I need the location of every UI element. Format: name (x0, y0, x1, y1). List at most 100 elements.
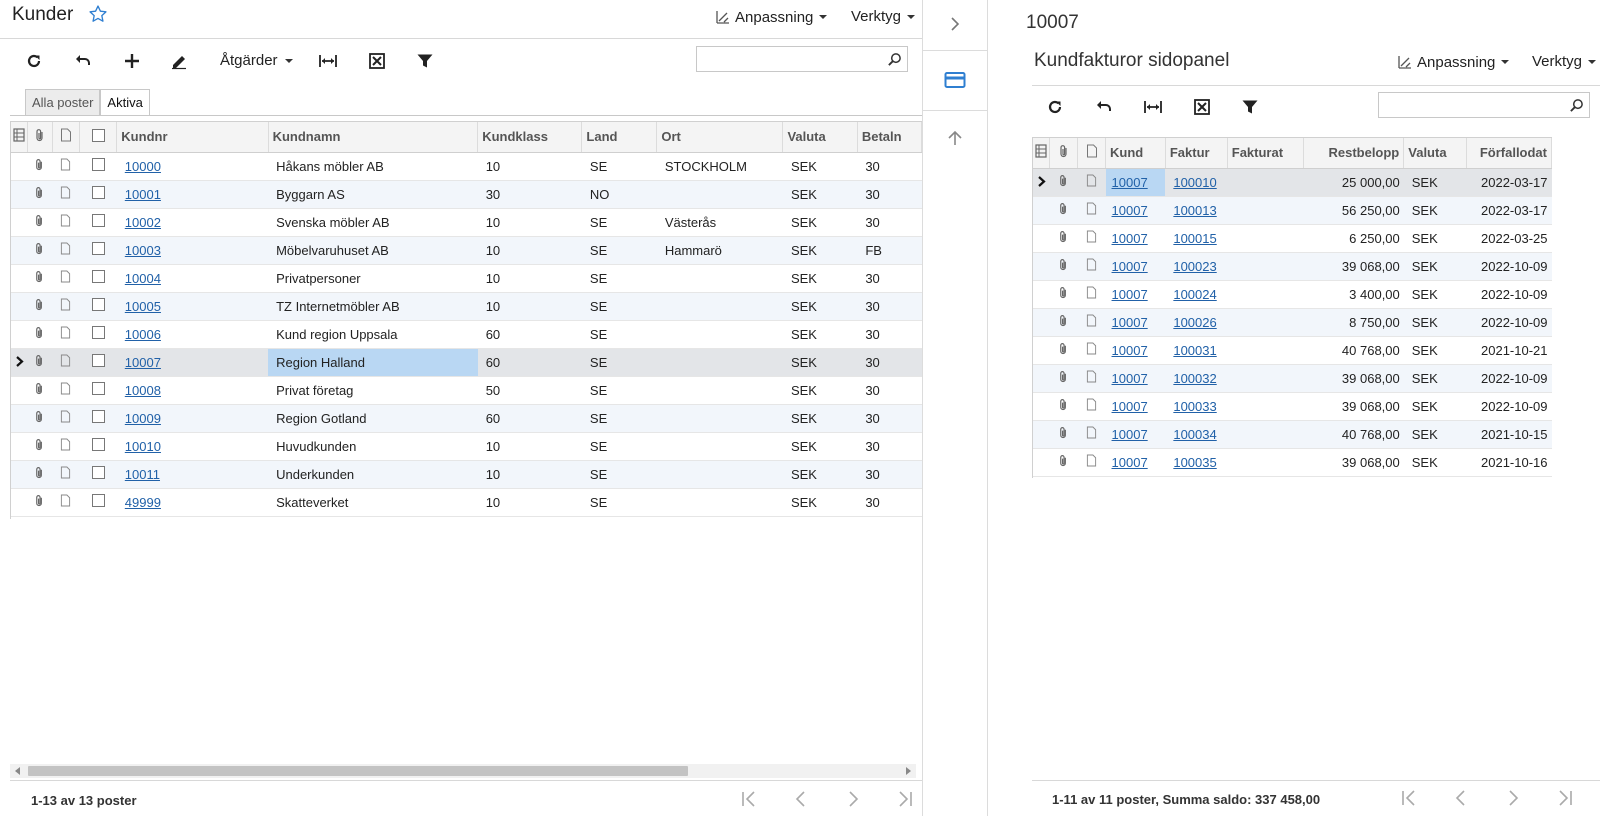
row-note[interactable] (52, 376, 80, 405)
row-note[interactable] (52, 264, 80, 293)
customer-name-cell[interactable]: Håkans möbler AB (268, 152, 478, 181)
balance-cell[interactable]: 56 250,00 (1303, 196, 1404, 225)
payment-terms-cell[interactable]: 30 (857, 488, 922, 517)
customer-id-link[interactable]: 49999 (125, 495, 161, 510)
col-header-betaln[interactable]: Betaln (857, 122, 922, 153)
filter-button[interactable] (411, 47, 439, 75)
customer-name-cell[interactable]: Region Halland (268, 348, 478, 377)
first-page-icon[interactable] (1400, 789, 1418, 807)
due-date-cell[interactable]: 2021-10-21 (1466, 336, 1552, 365)
row-note[interactable] (1077, 308, 1106, 337)
row-checkbox[interactable] (79, 152, 117, 181)
country-cell[interactable]: SE (581, 208, 657, 237)
balance-cell[interactable]: 8 750,00 (1303, 308, 1404, 337)
col-header-ort[interactable]: Ort (656, 122, 784, 153)
invoice-date-cell[interactable] (1227, 364, 1304, 393)
customer-class-cell[interactable]: 60 (477, 348, 582, 377)
customer-class-cell[interactable]: 60 (477, 320, 582, 349)
col-header-restbelopp[interactable]: Restbelopp (1303, 138, 1405, 169)
export-excel-button[interactable] (1188, 93, 1216, 121)
country-cell[interactable]: SE (581, 488, 657, 517)
row-note[interactable] (52, 460, 80, 489)
favorite-star-icon[interactable] (88, 4, 108, 24)
customer-id-link[interactable]: 10003 (125, 243, 161, 258)
last-page-icon[interactable] (896, 790, 914, 808)
payment-terms-cell[interactable]: 30 (857, 320, 922, 349)
country-cell[interactable]: NO (581, 180, 657, 209)
customize-menu[interactable]: Anpassning (1396, 53, 1510, 71)
row-attachment[interactable] (27, 208, 53, 237)
currency-cell[interactable]: SEK (1403, 308, 1467, 337)
row-attachment[interactable] (1049, 224, 1078, 253)
country-cell[interactable]: SE (581, 432, 657, 461)
city-cell[interactable]: Hammarö (656, 236, 783, 265)
edit-button[interactable] (165, 47, 193, 75)
customer-link[interactable]: 10007 (1112, 343, 1148, 358)
currency-cell[interactable]: SEK (1403, 224, 1467, 253)
currency-cell[interactable]: SEK (1403, 448, 1467, 477)
invoice-date-cell[interactable] (1227, 168, 1304, 197)
attachments-header[interactable] (1049, 138, 1079, 169)
refresh-button[interactable] (1041, 93, 1069, 121)
row-note[interactable] (52, 488, 80, 517)
row-note[interactable] (1077, 224, 1106, 253)
fit-columns-button[interactable] (314, 47, 342, 75)
search-input[interactable] (697, 47, 907, 71)
collapse-panel-icon[interactable] (946, 15, 964, 33)
customer-class-cell[interactable]: 10 (477, 236, 582, 265)
tools-menu[interactable]: Verktyg (1532, 53, 1597, 70)
currency-cell[interactable]: SEK (1403, 420, 1467, 449)
city-cell[interactable] (656, 348, 783, 377)
invoice-date-cell[interactable] (1227, 308, 1304, 337)
row-selector[interactable] (11, 208, 28, 237)
balance-cell[interactable]: 39 068,00 (1303, 392, 1404, 421)
customer-link[interactable]: 10007 (1112, 427, 1148, 442)
customer-name-cell[interactable]: Privatpersoner (268, 264, 478, 293)
row-selector[interactable] (11, 152, 28, 181)
scroll-left-icon[interactable] (15, 767, 20, 775)
row-checkbox[interactable] (79, 404, 117, 433)
row-attachment[interactable] (1049, 336, 1078, 365)
row-note[interactable] (52, 180, 80, 209)
table-row[interactable]: 10005 TZ Internetmöbler AB 10 SE SEK 30 (11, 292, 922, 321)
row-attachment[interactable] (1049, 364, 1078, 393)
search-input[interactable] (1379, 93, 1589, 117)
currency-cell[interactable]: SEK (782, 320, 858, 349)
col-header-kund[interactable]: Kund (1105, 138, 1166, 169)
row-note[interactable] (52, 236, 80, 265)
tab-active[interactable]: Aktiva (100, 89, 150, 115)
city-cell[interactable] (656, 432, 783, 461)
row-selector[interactable] (11, 404, 28, 433)
row-attachment[interactable] (27, 180, 53, 209)
due-date-cell[interactable]: 2022-10-09 (1466, 280, 1552, 309)
table-row[interactable]: 10007 100035 39 068,00 SEK 2021-10-16 (1033, 448, 1552, 477)
row-checkbox[interactable] (79, 208, 117, 237)
row-attachment[interactable] (27, 460, 53, 489)
due-date-cell[interactable]: 2022-10-09 (1466, 308, 1552, 337)
payment-terms-cell[interactable]: 30 (857, 264, 922, 293)
customer-link[interactable]: 10007 (1112, 203, 1148, 218)
row-selector[interactable] (11, 488, 28, 517)
balance-cell[interactable]: 40 768,00 (1303, 420, 1404, 449)
row-checkbox[interactable] (79, 376, 117, 405)
payment-terms-cell[interactable]: 30 (857, 180, 922, 209)
payment-terms-cell[interactable]: 30 (857, 432, 922, 461)
customer-id-link[interactable]: 10010 (125, 439, 161, 454)
city-cell[interactable] (656, 404, 783, 433)
country-cell[interactable]: SE (581, 404, 657, 433)
payment-terms-cell[interactable]: 30 (857, 376, 922, 405)
city-cell[interactable] (656, 320, 783, 349)
row-selector[interactable] (11, 348, 28, 377)
row-selector[interactable] (1033, 448, 1050, 477)
table-row[interactable]: 10003 Möbelvaruhuset AB 10 SE Hammarö SEK FB (11, 236, 922, 265)
customer-id-link[interactable]: 10002 (125, 215, 161, 230)
row-selector[interactable] (1033, 252, 1050, 281)
col-header-land[interactable]: Land (581, 122, 658, 153)
invoice-date-cell[interactable] (1227, 336, 1304, 365)
currency-cell[interactable]: SEK (782, 180, 858, 209)
row-selector[interactable] (1033, 308, 1050, 337)
customer-link[interactable]: 10007 (1112, 455, 1148, 470)
customer-id-link[interactable]: 10011 (125, 467, 160, 482)
row-attachment[interactable] (1049, 252, 1078, 281)
invoice-link[interactable]: 100035 (1173, 455, 1216, 470)
